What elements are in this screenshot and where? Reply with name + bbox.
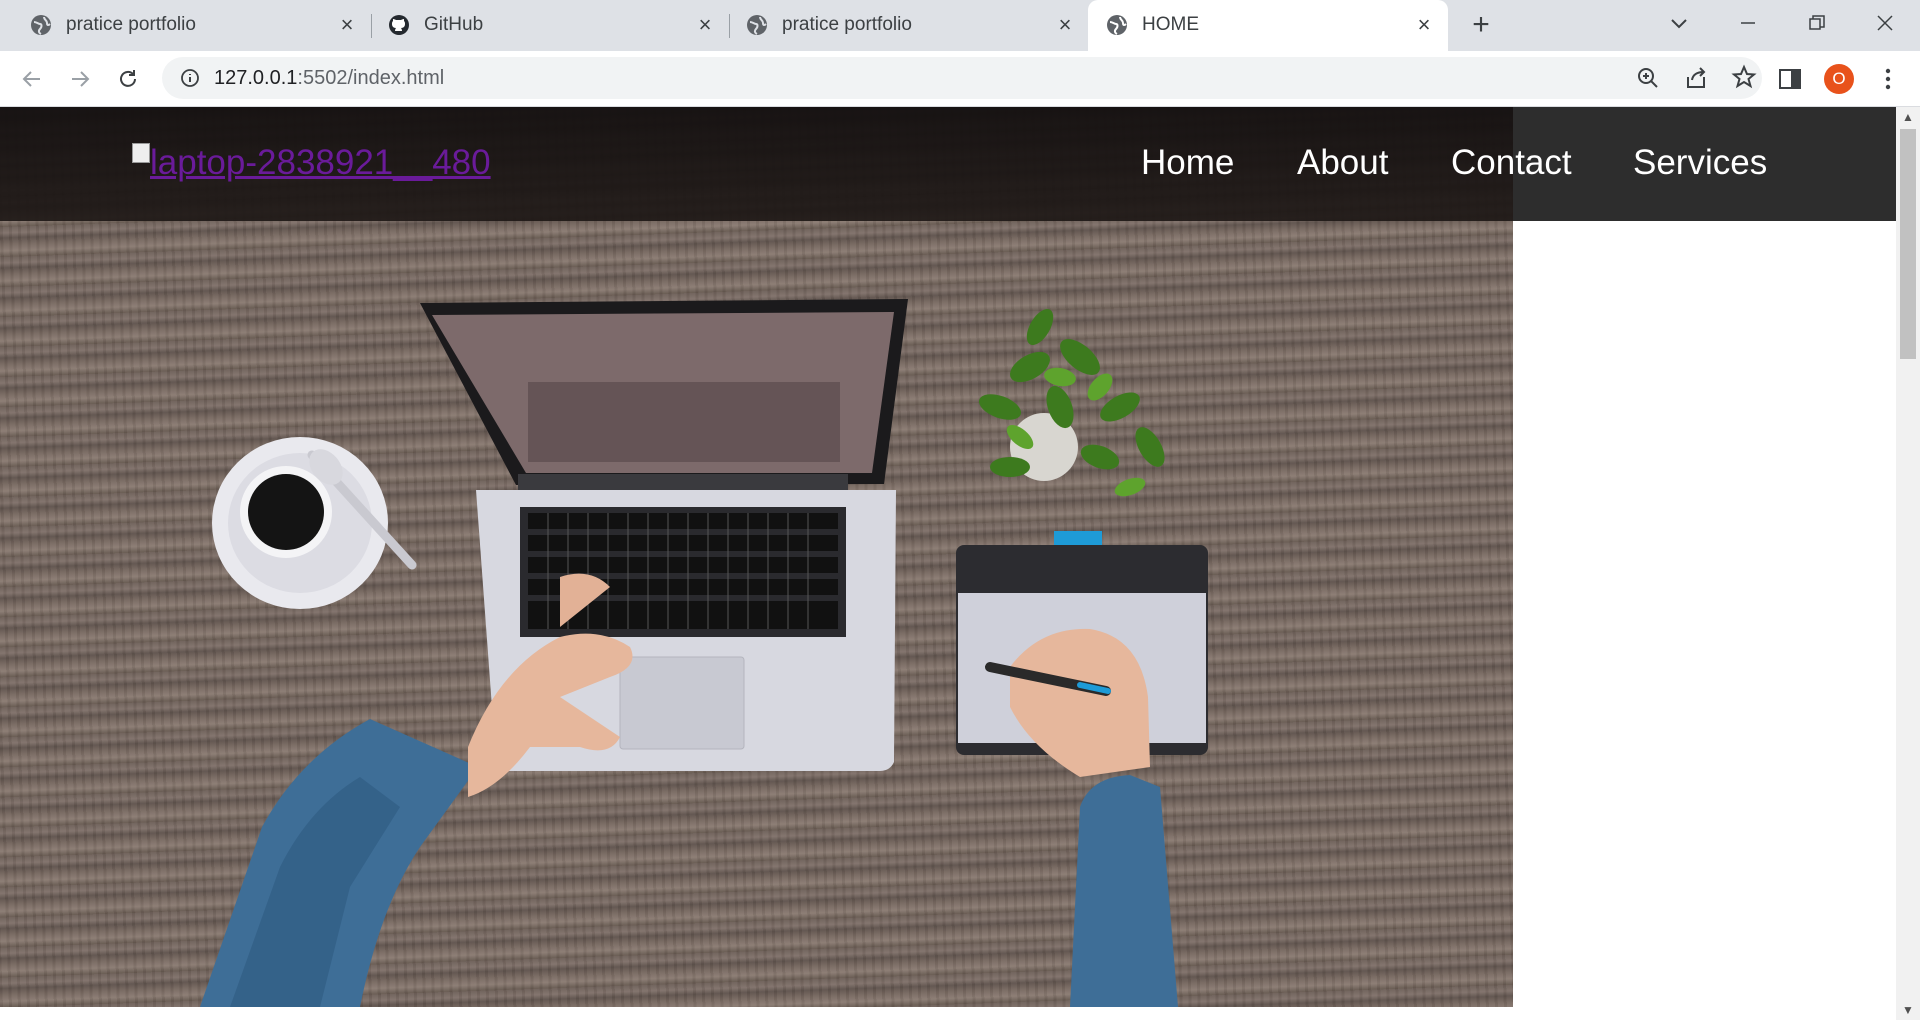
globe-icon <box>747 15 767 35</box>
url-text[interactable]: 127.0.0.1:5502/index.html <box>214 67 444 90</box>
kebab-menu-icon[interactable] <box>1874 65 1902 93</box>
new-tab-button[interactable]: + <box>1466 10 1496 41</box>
scroll-down-arrow-icon[interactable]: ▼ <box>1900 1002 1916 1018</box>
tab-title: GitHub <box>424 14 484 35</box>
globe-icon <box>1107 15 1127 35</box>
tab-title: pratice portfolio <box>66 14 196 35</box>
zoom-icon[interactable] <box>1634 64 1662 92</box>
tab-strip: pratice portfolio × GitHub × pratice por… <box>0 0 1920 51</box>
close-icon[interactable]: × <box>336 14 358 36</box>
scroll-up-arrow-icon[interactable]: ▲ <box>1900 109 1916 125</box>
tab-home-active[interactable]: HOME × <box>1088 0 1448 51</box>
back-button[interactable] <box>16 63 48 95</box>
tab-2[interactable]: GitHub × <box>358 0 728 51</box>
close-icon[interactable]: × <box>1413 14 1435 36</box>
profile-avatar[interactable]: O <box>1824 64 1854 94</box>
github-icon <box>389 15 409 35</box>
page-viewport: laptop-2838921__480 Home About Contact S… <box>0 107 1896 1020</box>
share-icon[interactable] <box>1682 64 1710 92</box>
tab-title: pratice portfolio <box>782 14 912 35</box>
globe-icon <box>31 15 51 35</box>
address-bar[interactable]: 127.0.0.1:5502/index.html <box>162 57 1762 99</box>
scrollbar-thumb[interactable] <box>1900 129 1916 359</box>
hero-image <box>0 107 1513 1007</box>
bookmark-star-icon[interactable] <box>1730 64 1758 92</box>
restore-button[interactable] <box>1800 8 1834 38</box>
close-icon[interactable]: × <box>694 14 716 36</box>
nav-services[interactable]: Services <box>1633 143 1767 183</box>
url-path: :5502/index.html <box>297 67 445 89</box>
window-close-button[interactable] <box>1868 8 1902 38</box>
forward-button[interactable] <box>64 63 96 95</box>
tab-title: HOME <box>1142 14 1199 35</box>
url-host: 127.0.0.1 <box>214 67 298 89</box>
minimize-button[interactable] <box>1731 8 1765 38</box>
info-icon[interactable] <box>180 68 200 88</box>
tab-3[interactable]: pratice portfolio × <box>716 0 1086 51</box>
tab-1[interactable]: pratice portfolio × <box>0 0 370 51</box>
close-icon[interactable]: × <box>1054 14 1076 36</box>
page-scrollbar[interactable]: ▲ ▼ <box>1896 107 1920 1020</box>
tab-search-chevron-icon[interactable] <box>1662 8 1696 38</box>
reload-button[interactable] <box>112 63 144 95</box>
desk-scene-illustration <box>200 299 1208 1007</box>
side-panel-icon[interactable] <box>1776 65 1804 93</box>
browser-toolbar: 127.0.0.1:5502/index.html O <box>0 51 1920 107</box>
